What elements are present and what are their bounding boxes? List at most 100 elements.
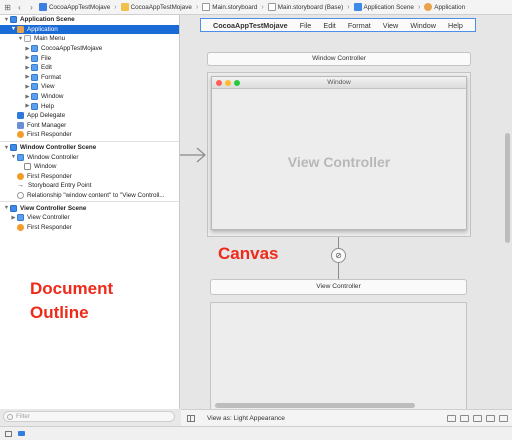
- main-menu-bar[interactable]: CocoaAppTestMojave File Edit Format View…: [200, 18, 476, 32]
- first-responder-icon: [17, 131, 24, 139]
- disclosure-down-icon[interactable]: ▼: [10, 154, 17, 160]
- outline-row-first-responder-3[interactable]: First Responder: [0, 222, 179, 232]
- menu-window[interactable]: Window: [410, 21, 436, 30]
- menu-app-name[interactable]: CocoaAppTestMojave: [213, 21, 288, 30]
- application-icon: [17, 25, 24, 33]
- toggle-outline-icon[interactable]: [187, 414, 195, 422]
- outline-row-app-delegate[interactable]: App Delegate: [0, 111, 179, 121]
- disclosure-right-icon[interactable]: ▶: [24, 74, 31, 80]
- add-constraints-icon[interactable]: [486, 414, 495, 422]
- breadcrumb-folder[interactable]: CocoaAppTestMojave: [120, 3, 192, 11]
- horizontal-scrollbar[interactable]: [215, 403, 415, 408]
- chevron-right-icon: ›: [417, 3, 421, 11]
- disclosure-down-icon[interactable]: ▼: [3, 145, 10, 151]
- disclosure-right-icon[interactable]: ▶: [10, 215, 17, 221]
- menu-item-icon: [31, 64, 38, 72]
- disclosure-right-icon[interactable]: ▶: [24, 55, 31, 61]
- outline-row-label: View Controller: [27, 214, 70, 222]
- disclosure-right-icon[interactable]: ▶: [24, 46, 31, 52]
- section-divider: [0, 140, 179, 142]
- breadcrumb-application[interactable]: Application: [424, 3, 465, 11]
- outline-row-label: View: [41, 83, 55, 91]
- outline-row-menu-view[interactable]: ▶ View: [0, 82, 179, 92]
- breadcrumb-label: CocoaAppTestMojave: [49, 3, 111, 11]
- breadcrumb-scene[interactable]: Application Scene: [353, 3, 414, 11]
- outline-row-application-scene[interactable]: ▼ Application Scene: [0, 15, 179, 25]
- breadcrumb-label: CocoaAppTestMojave: [130, 3, 192, 11]
- disclosure-right-icon[interactable]: ▶: [24, 103, 31, 109]
- breadcrumb-label: Application Scene: [363, 3, 414, 11]
- breakpoint-icon[interactable]: [18, 431, 25, 436]
- outline-row-font-manager[interactable]: Font Manager: [0, 121, 179, 131]
- outline-row-label: Font Manager: [27, 121, 67, 129]
- align-icon[interactable]: [473, 414, 482, 422]
- application-icon: [424, 3, 433, 11]
- disclosure-down-icon[interactable]: ▼: [17, 36, 24, 42]
- menu-edit[interactable]: Edit: [323, 21, 335, 30]
- disclosure-right-icon[interactable]: ▶: [24, 94, 31, 100]
- outline-row-application[interactable]: ▼ Application: [0, 24, 179, 35]
- outline-row-menu-window[interactable]: ▶ Window: [0, 92, 179, 102]
- back-button[interactable]: ‹: [15, 2, 24, 13]
- window-controller-scene[interactable]: Window View Controller: [207, 72, 471, 237]
- window-title-bar[interactable]: Window: [212, 77, 466, 89]
- section-divider: [0, 201, 179, 203]
- outline-row-label: Window: [34, 163, 57, 171]
- disclosure-down-icon[interactable]: ▼: [3, 205, 10, 211]
- breadcrumb-label: Main.storyboard (Base): [277, 3, 344, 11]
- menu-help[interactable]: Help: [448, 21, 463, 30]
- disclosure-right-icon[interactable]: ▶: [24, 84, 31, 90]
- outline-row-menu-format[interactable]: ▶ Format: [0, 73, 179, 83]
- disclosure-down-icon[interactable]: ▼: [10, 26, 17, 32]
- outline-row-window-controller[interactable]: ▼ Window Controller: [0, 152, 179, 162]
- outline-row-label: Window Controller Scene: [20, 144, 97, 152]
- outline-row-window-controller-scene[interactable]: ▼ Window Controller Scene: [0, 143, 179, 153]
- embed-in-icon[interactable]: [460, 414, 469, 422]
- menu-format[interactable]: Format: [348, 21, 371, 30]
- breadcrumb-project[interactable]: CocoaAppTestMojave: [39, 3, 110, 11]
- view-controller-scene-bar[interactable]: View Controller: [210, 279, 467, 295]
- outline-row-window[interactable]: Window: [0, 162, 179, 172]
- outline-row-first-responder-2[interactable]: First Responder: [0, 172, 179, 182]
- outline-row-menu-help[interactable]: ▶ Help: [0, 101, 179, 111]
- appearance-label[interactable]: View as: Light Appearance: [207, 415, 285, 422]
- window-controller-scene-bar[interactable]: Window Controller: [207, 52, 471, 66]
- breadcrumb-storyboard-base[interactable]: Main.storyboard (Base): [267, 3, 344, 11]
- storyboard-canvas[interactable]: CocoaAppTestMojave File Edit Format View…: [181, 15, 512, 409]
- view-controller-placeholder: View Controller: [287, 154, 391, 170]
- outline-row-view-controller[interactable]: ▶ View Controller: [0, 213, 179, 223]
- relationship-segue-icon[interactable]: ⊘: [331, 248, 346, 263]
- close-icon: [216, 80, 222, 86]
- view-controller-icon: [17, 214, 24, 222]
- forward-button[interactable]: ›: [27, 2, 36, 13]
- outline-row-relationship[interactable]: Relationship "window content" to "View C…: [0, 191, 179, 201]
- scroll-thumb[interactable]: [505, 133, 510, 243]
- window-preview[interactable]: Window View Controller: [211, 76, 467, 230]
- outline-row-view-controller-scene[interactable]: ▼ View Controller Scene: [0, 203, 179, 213]
- filter-field[interactable]: Filter: [3, 411, 175, 422]
- vertical-scrollbar[interactable]: [505, 43, 511, 323]
- chevron-right-icon: ›: [114, 3, 117, 11]
- outline-row-menu-file[interactable]: ▶ File: [0, 53, 179, 63]
- resolve-issues-icon[interactable]: [499, 414, 508, 422]
- outline-row-first-responder[interactable]: First Responder: [0, 130, 179, 140]
- breadcrumb-storyboard[interactable]: Main.storyboard: [202, 3, 257, 11]
- outline-row-label: View Controller Scene: [20, 204, 87, 212]
- chevron-right-icon: ›: [195, 3, 199, 11]
- outline-row-label: Edit: [41, 64, 52, 72]
- outline-row-menu-app[interactable]: ▶ CocoaAppTestMojave: [0, 44, 179, 54]
- update-frames-icon[interactable]: [447, 414, 456, 422]
- disclosure-right-icon[interactable]: ▶: [24, 65, 31, 71]
- outline-row-main-menu[interactable]: ▼ Main Menu: [0, 34, 179, 44]
- menu-file[interactable]: File: [300, 21, 312, 30]
- outline-row-menu-edit[interactable]: ▶ Edit: [0, 63, 179, 73]
- zoom-icon: [234, 80, 240, 86]
- disclosure-down-icon[interactable]: ▼: [3, 17, 10, 23]
- grid-icon[interactable]: ⊞: [3, 2, 12, 13]
- hide-debug-area-icon[interactable]: [5, 430, 12, 437]
- outline-row-label: Window: [41, 93, 64, 101]
- outline-row-label: First Responder: [27, 131, 72, 139]
- view-controller-scene[interactable]: [210, 302, 467, 409]
- outline-row-entry-point[interactable]: → Storyboard Entry Point: [0, 181, 179, 191]
- menu-view[interactable]: View: [383, 21, 398, 30]
